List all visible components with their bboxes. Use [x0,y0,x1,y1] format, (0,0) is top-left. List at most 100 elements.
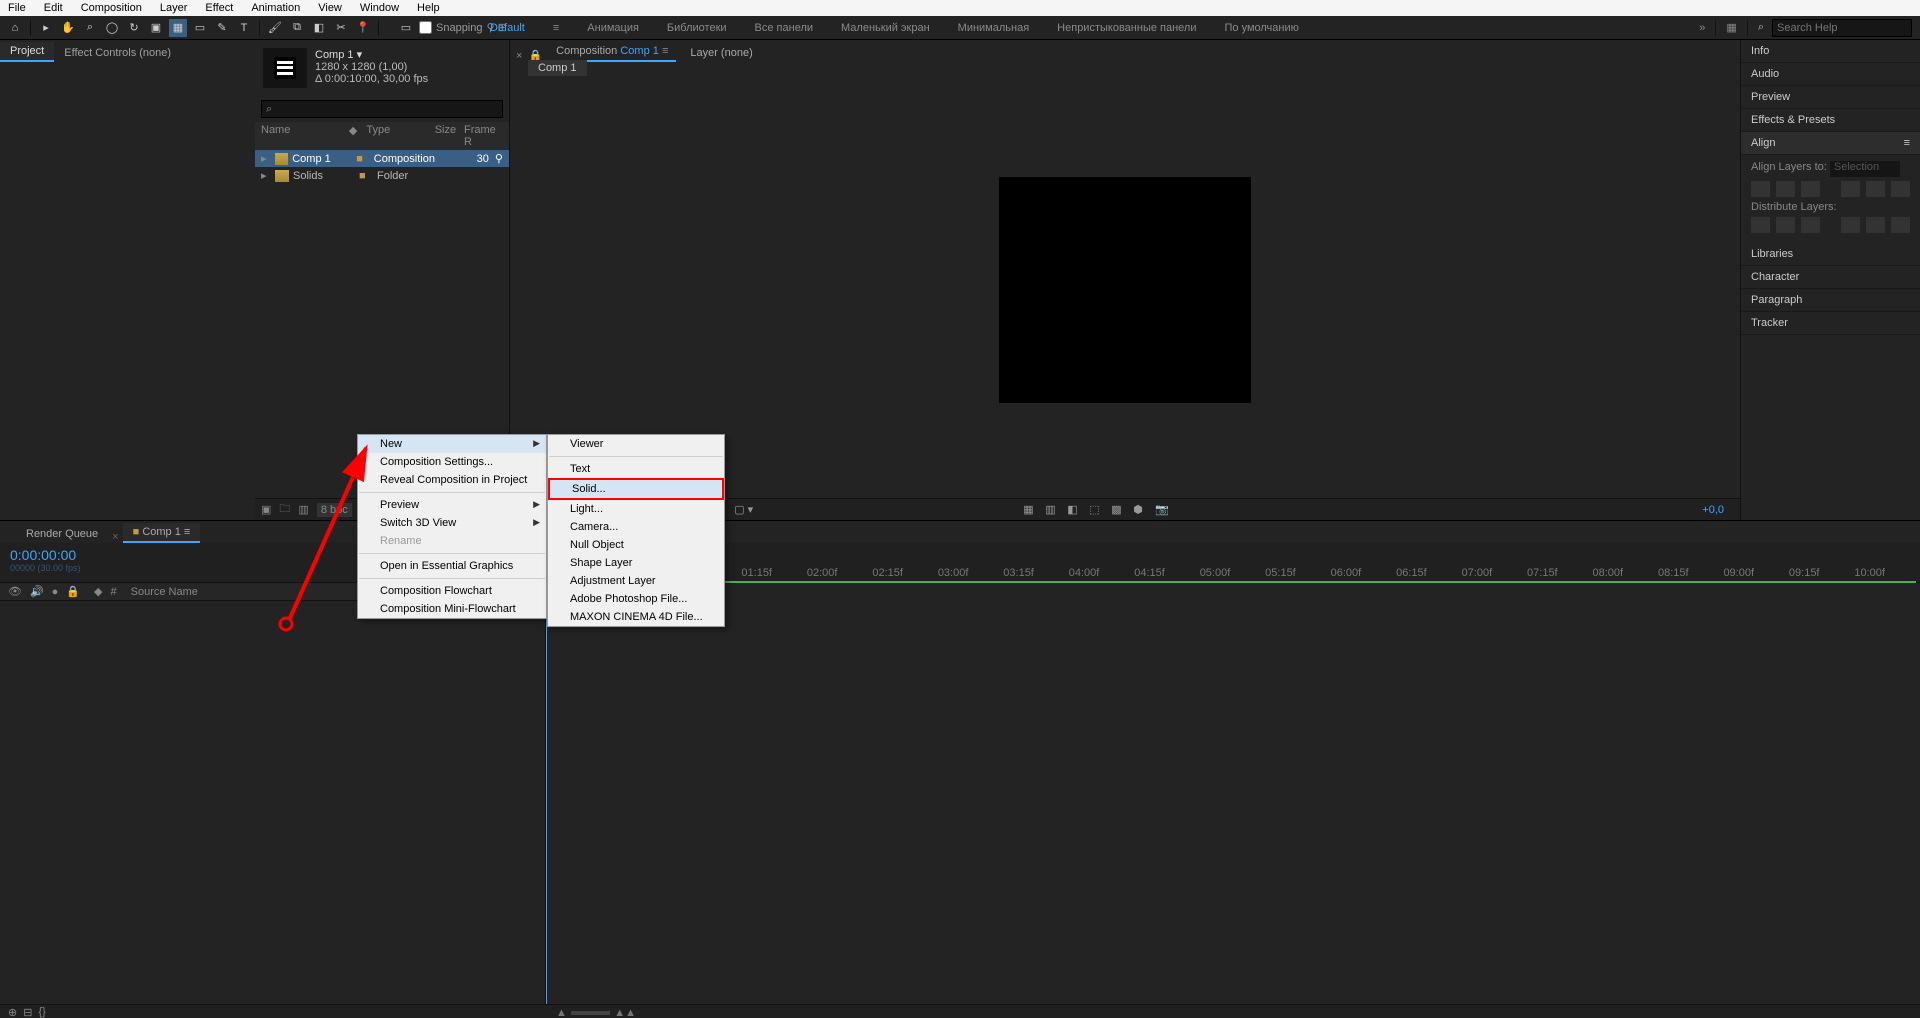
col-type[interactable]: Type [366,124,434,148]
ctx-composition-mini-flowchart[interactable]: Composition Mini-Flowchart [358,600,546,618]
grid-icon[interactable]: ▦ [1023,503,1037,517]
label-swatch[interactable]: ■ [356,153,370,165]
ctx-new-null-object[interactable]: Null Object [548,536,724,554]
anchor-tool-icon[interactable]: ▦ [169,19,187,37]
align-left-icon[interactable] [1751,181,1770,197]
ctx-new-text[interactable]: Text [548,460,724,478]
panel-effects-presets[interactable]: Effects & Presets [1741,109,1920,132]
ctx-new-adjustment-layer[interactable]: Adjustment Layer [548,572,724,590]
text-tool-icon[interactable]: T [235,19,253,37]
dist-top-icon[interactable] [1751,217,1770,233]
align-vcenter-icon[interactable] [1866,181,1885,197]
interpret-footage-icon[interactable]: ▣ [261,503,271,516]
eye-col-icon[interactable]: 👁 [8,585,22,598]
align-hcenter-icon[interactable] [1776,181,1795,197]
zoom-tool-icon[interactable]: ⌕ [81,19,99,37]
panel-tracker[interactable]: Tracker [1741,312,1920,335]
ctx-composition-settings[interactable]: Composition Settings... [358,453,546,471]
playhead[interactable] [546,583,547,1004]
zoom-in-icon[interactable]: ▲▲ [614,1007,636,1018]
panel-paragraph[interactable]: Paragraph [1741,289,1920,312]
snapshot-icon[interactable]: 📷 [1155,503,1169,517]
sourcename-col[interactable]: Source Name [131,586,198,598]
ctx-reveal-composition-in-project[interactable]: Reveal Composition in Project [358,471,546,489]
res-dropdown-icon[interactable]: ▢ ▾ [734,503,753,516]
comp-thumbnail[interactable] [263,48,307,88]
workspace-undocked[interactable]: Непристыкованные панели [1057,22,1196,34]
tab-composition-viewer[interactable]: Composition Comp 1 ≡ [548,42,676,62]
label-swatch[interactable]: ■ [359,170,373,182]
guides-icon[interactable]: ▥ [1045,503,1059,517]
col-size[interactable]: Size [435,124,464,148]
ctx-new-adobe-photoshop-file[interactable]: Adobe Photoshop File... [548,590,724,608]
tab-render-queue[interactable]: Render Queue [16,525,108,543]
tab-effect-controls[interactable]: Effect Controls (none) [54,44,181,62]
ctx-new-light[interactable]: Light... [548,500,724,518]
ctx-preview[interactable]: Preview [358,496,546,514]
snapping-checkbox[interactable] [419,21,432,34]
ctx-open-in-essential-graphics[interactable]: Open in Essential Graphics [358,557,546,575]
workspace-overflow-icon[interactable]: » [1699,22,1705,34]
panel-align[interactable]: Align≡ [1741,132,1920,155]
flowchart-icon[interactable]: ⚲ [495,152,503,165]
menu-layer[interactable]: Layer [156,2,192,14]
tab-layer-viewer[interactable]: Layer (none) [682,44,760,62]
panel-info[interactable]: Info [1741,40,1920,63]
ctx-new-maxon-cinema-4d-file[interactable]: MAXON CINEMA 4D File... [548,608,724,626]
menu-edit[interactable]: Edit [40,2,67,14]
shape-tool-icon[interactable]: ▭ [191,19,209,37]
workspace-allpanels[interactable]: Все панели [755,22,813,34]
camera-tool-icon[interactable]: ▣ [147,19,165,37]
col-name[interactable]: Name [261,124,349,148]
dist-left-icon[interactable] [1841,217,1860,233]
twisty-icon[interactable]: ▸ [261,152,271,165]
region-icon[interactable]: ⬚ [1089,503,1103,517]
panel-audio[interactable]: Audio [1741,63,1920,86]
new-folder-icon[interactable]: 🗀 [279,500,290,519]
search-help-input[interactable] [1772,19,1912,37]
bpc-toggle[interactable]: 8 bpc [317,503,352,517]
transparency-icon[interactable]: ▩ [1111,503,1125,517]
3d-icon[interactable]: ⬢ [1133,503,1147,517]
ctx-new-solid[interactable]: Solid... [548,478,724,500]
orbit-tool-icon[interactable]: ◯ [103,19,121,37]
breadcrumb-comp1[interactable]: Comp 1 [528,60,587,76]
panel-libraries[interactable]: Libraries [1741,243,1920,266]
dist-vcenter-icon[interactable] [1776,217,1795,233]
workspace-minimal[interactable]: Минимальная [958,22,1030,34]
menu-window[interactable]: Window [356,2,403,14]
col-framerate[interactable]: Frame R [464,124,503,148]
zoom-out-icon[interactable]: ▲ [556,1007,567,1018]
label-col-icon[interactable]: ◆ [94,585,102,598]
workspace-animation[interactable]: Анимация [587,22,639,34]
puppet-tool-icon[interactable]: 📍 [354,19,372,37]
solo-col-icon[interactable]: ● [52,586,59,598]
menu-composition[interactable]: Composition [77,2,146,14]
ctx-new-camera[interactable]: Camera... [548,518,724,536]
align-top-icon[interactable] [1841,181,1860,197]
timeline-tracks[interactable] [545,583,1920,1004]
new-comp-icon[interactable]: ▥ [298,503,308,516]
comp-name[interactable]: Comp 1 ▾ [315,48,428,61]
timeline-zoom[interactable]: ▲ ▲▲ [556,1008,636,1018]
tab-project[interactable]: Project [0,42,54,62]
workspace-libraries[interactable]: Библиотеки [667,22,727,34]
time-ruler[interactable]: :00f00:15f01:00f01:15f02:00f02:15f03:00f… [545,543,1920,582]
menu-animation[interactable]: Animation [247,2,304,14]
tab-timeline-comp1[interactable]: ■ Comp 1 ≡ [123,523,201,543]
exposure-value[interactable]: +0,0 [1702,504,1724,516]
close-tab-icon[interactable]: × [516,50,522,62]
menu-effect[interactable]: Effect [201,2,237,14]
align-to-select[interactable]: Selection [1830,161,1900,177]
dist-bottom-icon[interactable] [1801,217,1820,233]
project-search[interactable]: ⌕ [261,100,503,118]
ctx-new[interactable]: New [358,435,546,453]
align-right-icon[interactable] [1801,181,1820,197]
dist-right-icon[interactable] [1891,217,1910,233]
panel-grid-icon[interactable]: ▦ [1726,21,1736,34]
panel-menu-icon[interactable]: ≡ [1904,137,1910,149]
toggle-brackets-icon[interactable]: {} [38,1006,45,1018]
panel-character[interactable]: Character [1741,266,1920,289]
project-item-comp1[interactable]: ▸ Comp 1 ■ Composition 30 ⚲ [255,150,509,167]
audio-col-icon[interactable]: 🔊 [30,585,44,598]
